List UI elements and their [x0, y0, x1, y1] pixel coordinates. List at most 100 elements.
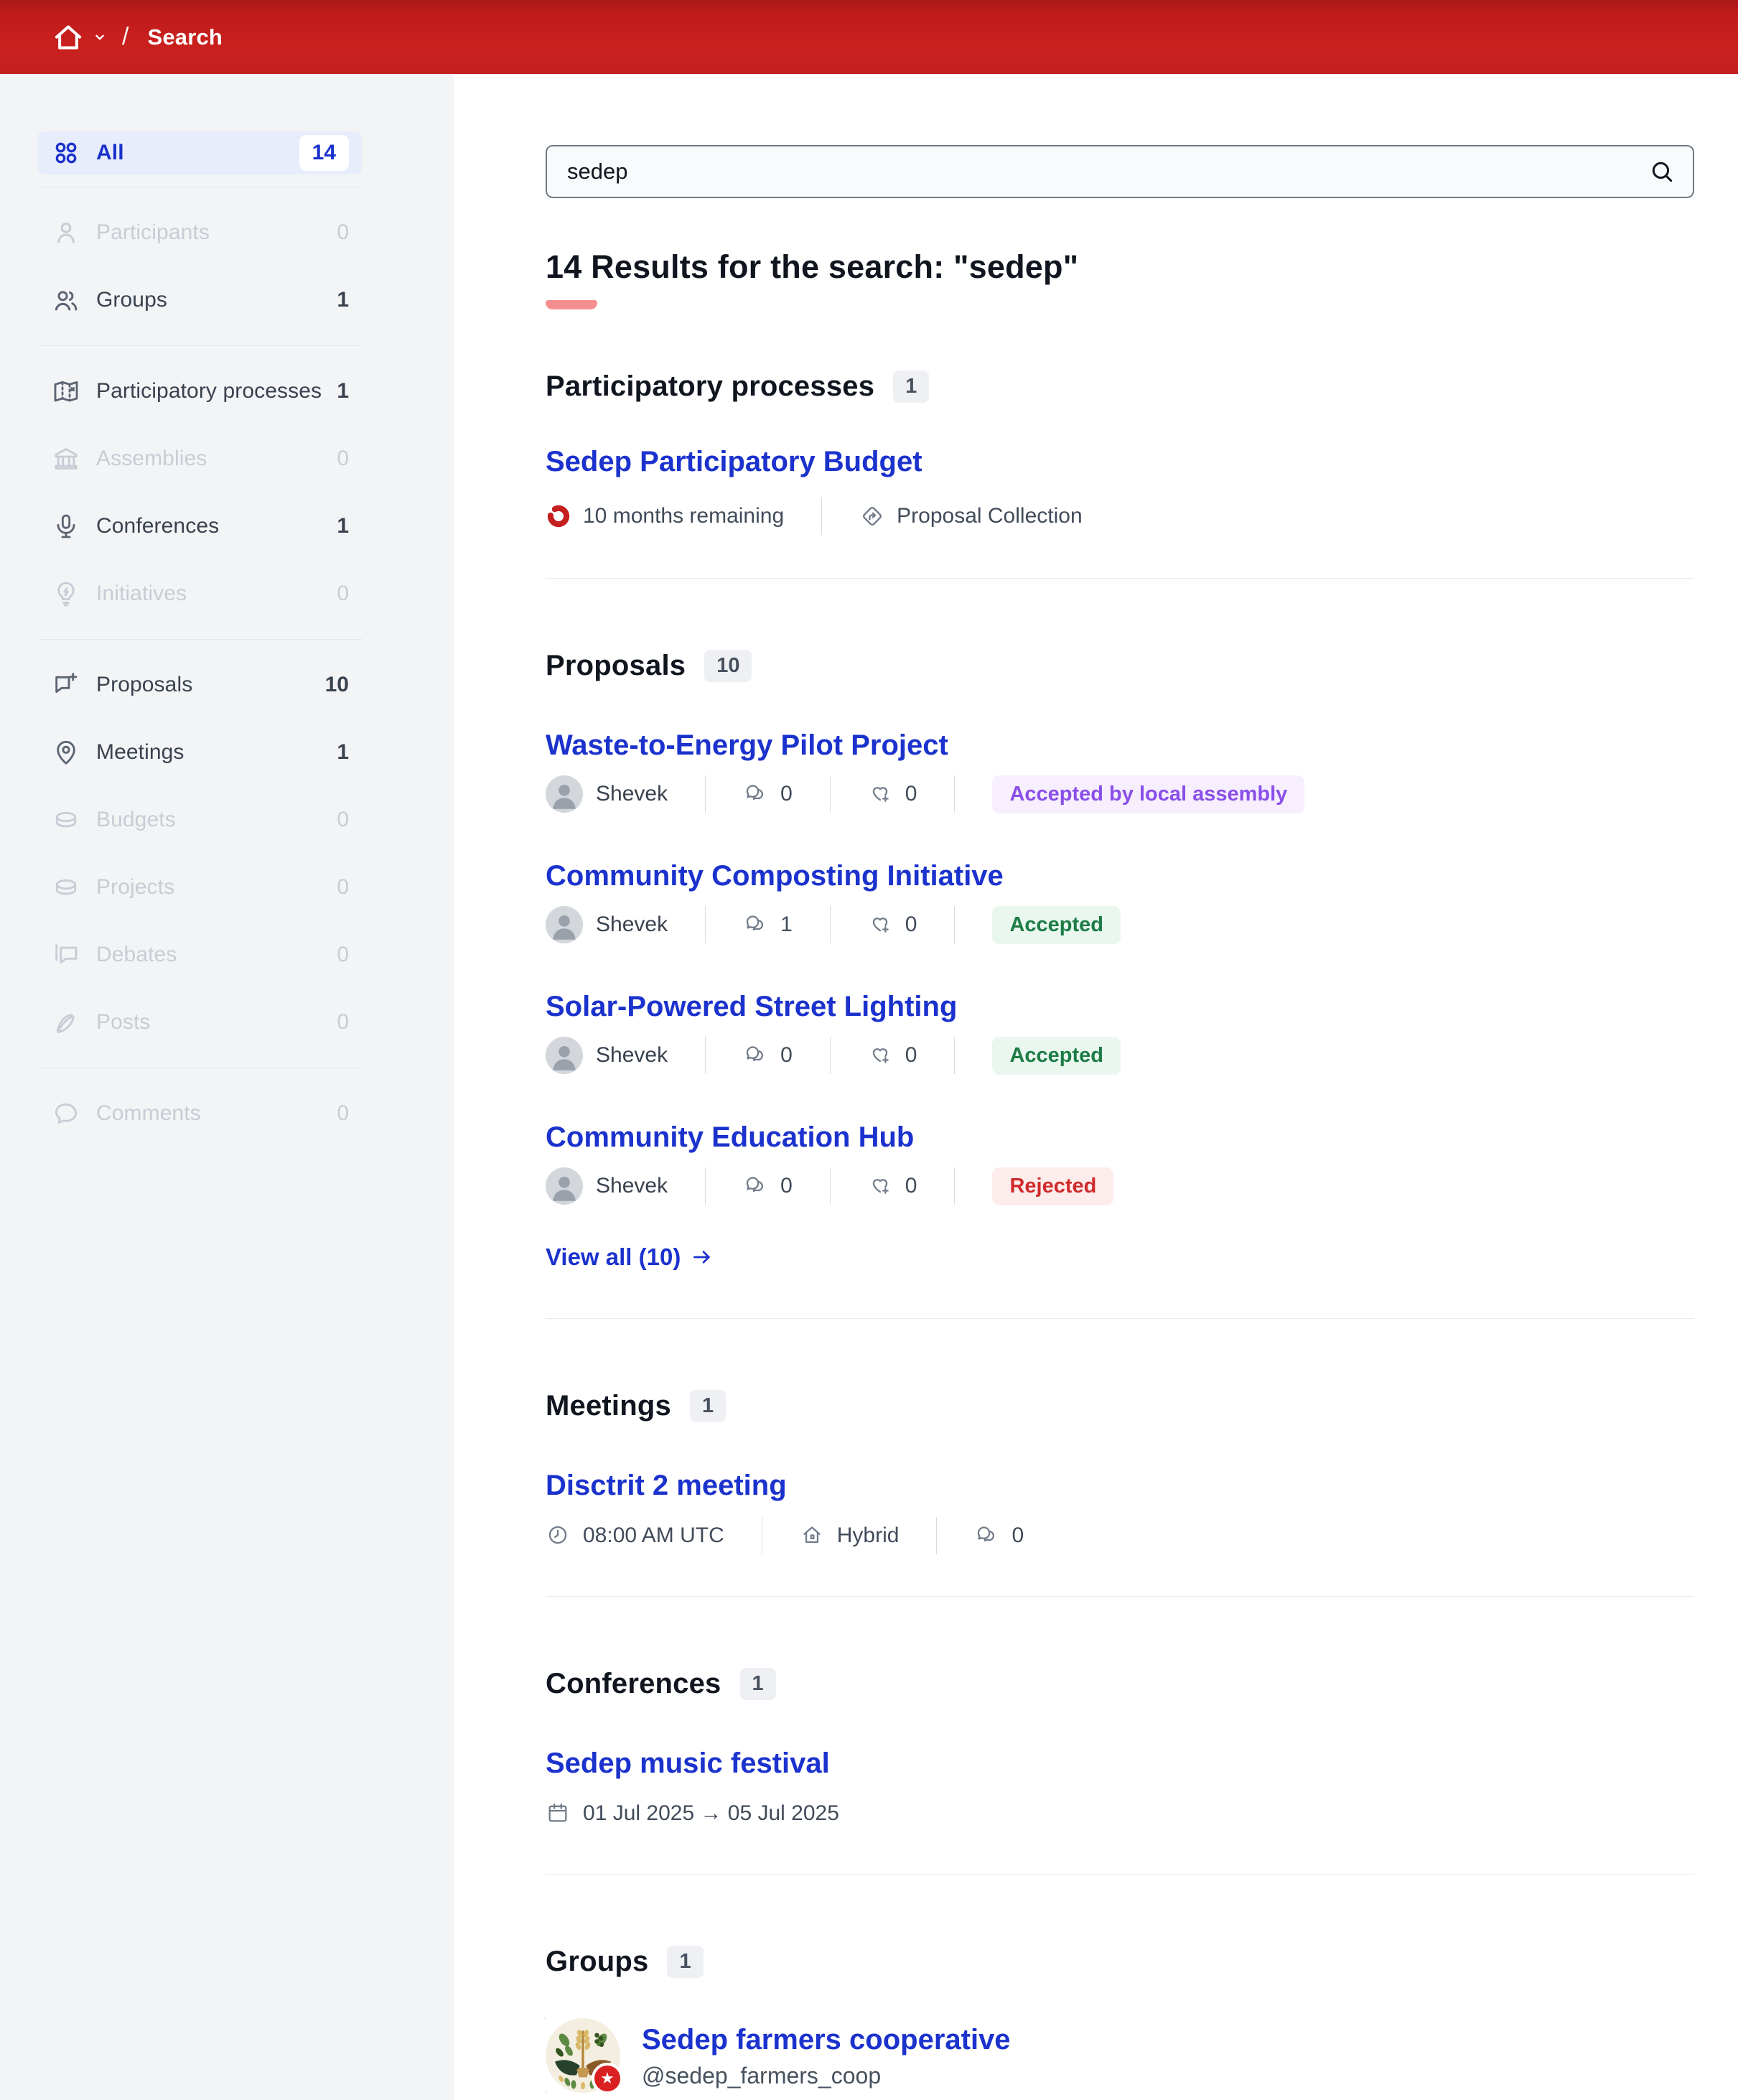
- sidebar-item-label: Assemblies: [96, 447, 207, 470]
- section-title: Conferences: [546, 1668, 721, 1699]
- comments-icon: [743, 1173, 769, 1199]
- meta-separator: [829, 906, 831, 943]
- sidebar-item-label: Comments: [96, 1101, 201, 1125]
- discuss-icon: [52, 941, 80, 969]
- author-name[interactable]: Shevek: [596, 913, 668, 937]
- sidebar-item-budgets[interactable]: Budgets 0: [37, 786, 362, 854]
- meeting-time-label: 08:00 AM UTC: [583, 1523, 724, 1547]
- section-divider: [546, 1596, 1694, 1597]
- section-participatory-processes: Participatory processes 1: [546, 368, 1694, 404]
- sidebar-item-participatory-processes[interactable]: Participatory processes 1: [37, 358, 362, 425]
- sidebar-item-label: Projects: [96, 875, 175, 899]
- sidebar-item-assemblies[interactable]: Assemblies 0: [37, 425, 362, 493]
- search-box: [546, 145, 1694, 198]
- sidebar-item-label: Debates: [96, 943, 177, 966]
- meta-separator: [954, 906, 956, 943]
- endorsements-count-label: 0: [905, 782, 917, 806]
- sidebar-item-count: 1: [337, 514, 349, 538]
- chevron-down-icon: [92, 29, 108, 45]
- conference-result-link[interactable]: Sedep music festival: [546, 1746, 830, 1781]
- proposal-meta-row: Shevek 0: [546, 1035, 1694, 1075]
- meta-separator: [829, 1037, 831, 1074]
- sidebar-item-posts[interactable]: Posts 0: [37, 989, 362, 1056]
- home-icon: [52, 21, 85, 54]
- author-name[interactable]: Shevek: [596, 1174, 668, 1198]
- avatar: [546, 1167, 583, 1205]
- proposal-result-link[interactable]: Community Composting Initiative: [546, 859, 1004, 893]
- section-title: Groups: [546, 1946, 649, 1977]
- results-heading: 14 Results for the search: "sedep": [546, 248, 1079, 285]
- sidebar-item-all[interactable]: All 14: [37, 131, 362, 174]
- view-all-label: View all (10): [546, 1243, 681, 1270]
- group-avatar: ★: [546, 2018, 623, 2094]
- heading-underline: [546, 300, 597, 309]
- clock-icon: [546, 1523, 571, 1549]
- sidebar-item-count: 10: [324, 673, 349, 696]
- heart-plus-icon: [868, 781, 894, 807]
- search-input[interactable]: [546, 145, 1694, 198]
- meta-separator: [705, 1167, 706, 1205]
- section-divider: [546, 578, 1694, 579]
- meeting-time: 08:00 AM UTC: [546, 1523, 724, 1549]
- treasure-map-icon: [52, 377, 80, 406]
- section-divider: [546, 1874, 1694, 1875]
- author-name[interactable]: Shevek: [596, 1043, 668, 1068]
- process-meta-row: 10 months remaining Proposal Collection: [546, 496, 1694, 536]
- comments-icon: [743, 781, 769, 807]
- comments-count-label: 1: [780, 913, 793, 936]
- sidebar-item-debates[interactable]: Debates 0: [37, 921, 362, 989]
- proposal-result-link[interactable]: Solar-Powered Street Lighting: [546, 989, 957, 1024]
- proposal-meta-row: Shevek 0: [546, 1166, 1694, 1206]
- home-menu-button[interactable]: [52, 21, 108, 54]
- meta-separator: [829, 1167, 831, 1205]
- comments-count-label: 0: [780, 1043, 793, 1067]
- group-handle: @sedep_farmers_coop: [642, 2063, 882, 2089]
- sidebar-divider: [40, 345, 362, 346]
- sidebar-item-comments[interactable]: Comments 0: [37, 1080, 362, 1147]
- view-all-proposals-link[interactable]: View all (10): [546, 1243, 714, 1271]
- author-name[interactable]: Shevek: [596, 782, 668, 806]
- section-conferences: Conferences 1: [546, 1666, 1694, 1702]
- meeting-result-link[interactable]: Disctrit 2 meeting: [546, 1468, 787, 1503]
- sidebar-item-count: 0: [337, 943, 349, 966]
- search-icon[interactable]: [1648, 158, 1676, 185]
- section-title: Meetings: [546, 1390, 671, 1422]
- comments-count: 0: [743, 1042, 793, 1068]
- avatar: [546, 775, 583, 813]
- proposal-result-link[interactable]: Waste-to-Energy Pilot Project: [546, 728, 948, 762]
- sidebar-item-projects[interactable]: Projects 0: [37, 854, 362, 921]
- coin-icon: [52, 806, 80, 834]
- sidebar-item-label: Conferences: [96, 514, 220, 538]
- group-result-item: ★ Sedep farmers cooperative @sedep_farme…: [546, 2018, 1694, 2094]
- section-groups: Groups 1: [546, 1943, 1694, 1979]
- meeting-meta-row: 08:00 AM UTC Hybrid 0: [546, 1516, 1694, 1556]
- breadcrumb: Search: [147, 24, 223, 50]
- section-title: Participatory processes: [546, 370, 875, 402]
- phase-label: Proposal Collection: [897, 504, 1083, 528]
- proposal-meta-row: Shevek 0: [546, 774, 1694, 814]
- proposal-meta-row: Shevek 1 0 Accepted: [546, 905, 1694, 945]
- comments-count-label: 0: [780, 782, 793, 806]
- microphone-icon: [52, 512, 80, 541]
- coin-icon: [52, 873, 80, 902]
- comments-count: 1: [743, 912, 793, 938]
- sidebar-item-label: Groups: [96, 288, 167, 312]
- sidebar-item-participants[interactable]: Participants 0: [37, 199, 362, 266]
- process-result-link[interactable]: Sedep Participatory Budget: [546, 444, 922, 479]
- sidebar-item-conferences[interactable]: Conferences 1: [37, 493, 362, 560]
- proposal-result-link[interactable]: Community Education Hub: [546, 1120, 914, 1154]
- status-badge: Accepted by local assembly: [992, 775, 1305, 813]
- section-count-badge: 1: [667, 1945, 704, 1978]
- time-remaining-label: 10 months remaining: [583, 504, 785, 528]
- sidebar-item-groups[interactable]: Groups 1: [37, 266, 362, 334]
- endorsements-count: 0: [868, 1042, 917, 1068]
- endorsements-count: 0: [868, 1173, 917, 1199]
- sidebar-item-initiatives[interactable]: Initiatives 0: [37, 560, 362, 627]
- heart-plus-icon: [868, 912, 894, 938]
- search-filters-sidebar: All 14 Participants 0 Groups 1 Participa…: [0, 74, 454, 2100]
- sidebar-item-proposals[interactable]: Proposals 10: [37, 651, 362, 719]
- meta-separator: [705, 775, 706, 813]
- sidebar-item-meetings[interactable]: Meetings 1: [37, 719, 362, 786]
- sidebar-item-count: 1: [337, 379, 349, 403]
- group-result-link[interactable]: Sedep farmers cooperative: [642, 2022, 1011, 2057]
